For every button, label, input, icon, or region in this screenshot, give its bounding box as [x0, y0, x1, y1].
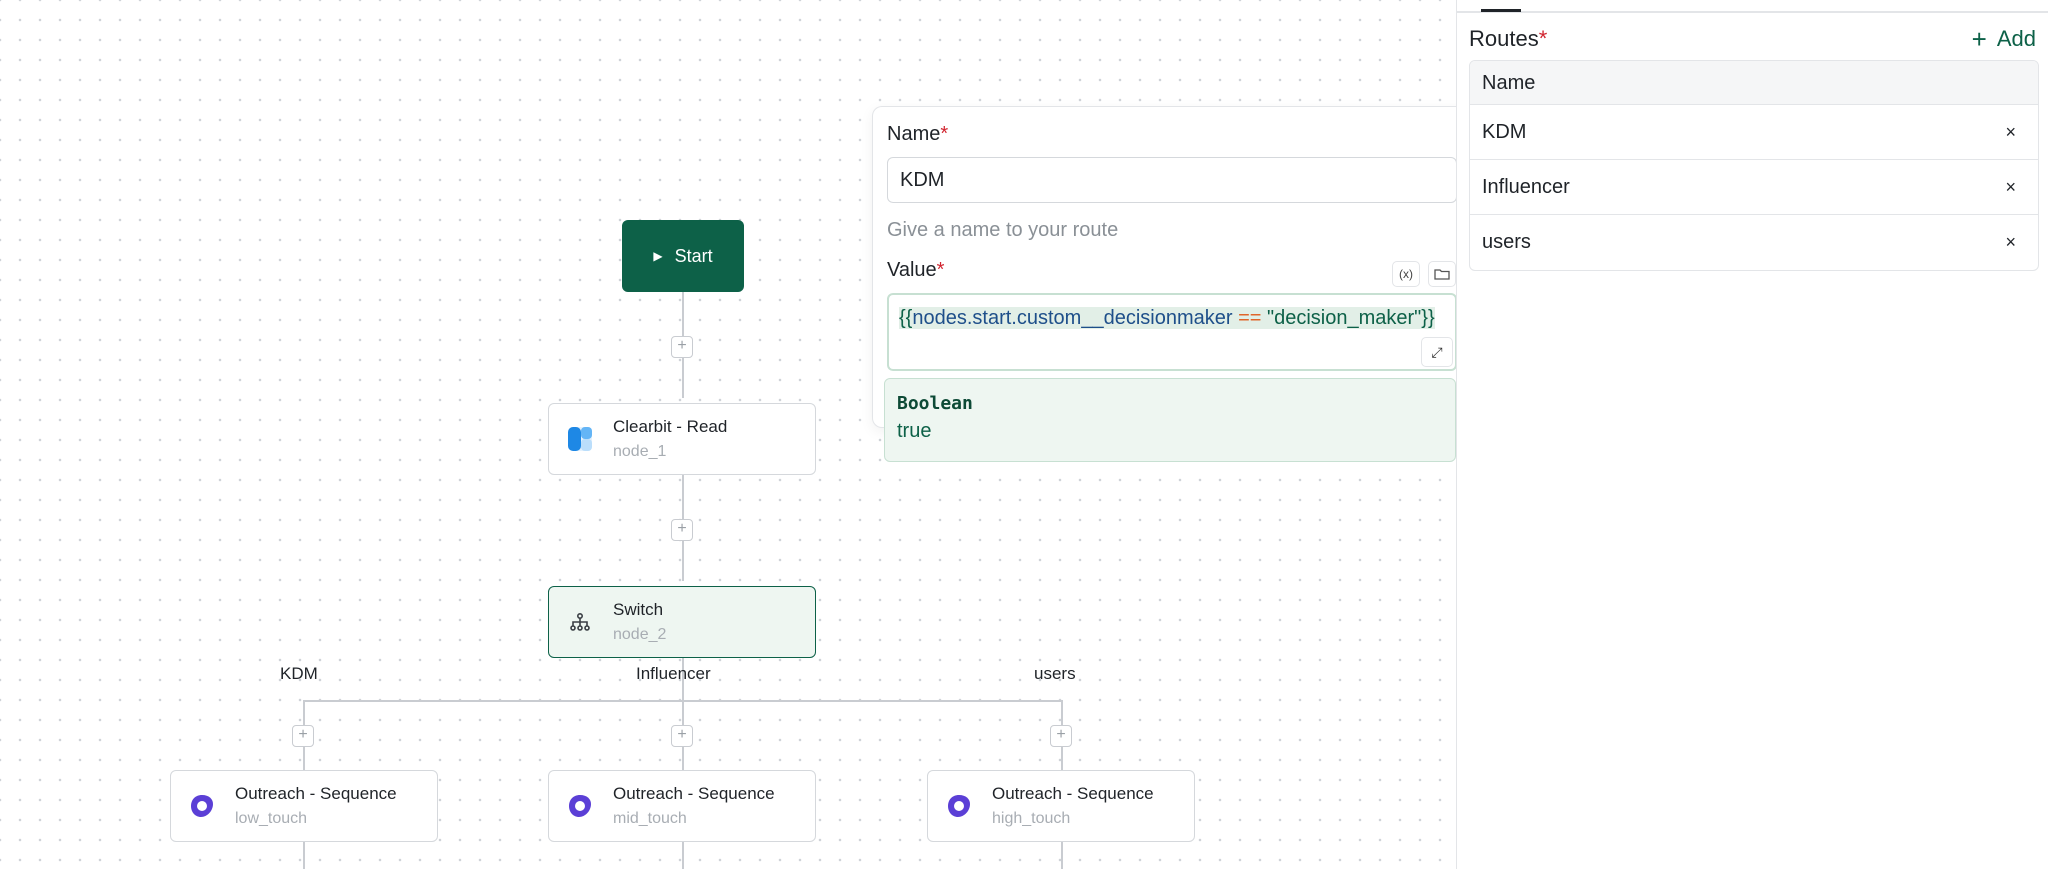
config-panel: Routes* + Add Name KDM × Influencer × us… [1456, 0, 2048, 869]
start-node[interactable]: ▶ Start [622, 220, 744, 292]
add-route-button[interactable]: + Add [1972, 26, 2036, 52]
required-mark: * [1538, 26, 1548, 51]
value-tools: (x) [1392, 261, 1456, 287]
add-step-button[interactable]: + [1050, 725, 1072, 747]
add-step-button[interactable]: + [292, 725, 314, 747]
node-id: low_touch [235, 810, 308, 827]
name-helper-text: Give a name to your route [887, 219, 1119, 241]
remove-route-icon[interactable]: × [2005, 122, 2016, 143]
result-value: true [897, 420, 932, 442]
edge-below-low [303, 842, 305, 869]
value-code-editor[interactable]: {{nodes.start.custom__decisionmaker == "… [887, 293, 1457, 371]
node-title: Outreach - Sequence [235, 784, 397, 803]
add-route-label: Add [1996, 26, 2036, 51]
routes-table-header: Name [1470, 61, 2038, 105]
node-title: Switch [613, 600, 664, 619]
node-title: Outreach - Sequence [992, 784, 1154, 803]
panel-tab-divider [1457, 11, 2048, 13]
node-clearbit-read[interactable]: Clearbit - Read node_1 [548, 403, 816, 475]
outreach-icon [567, 793, 593, 819]
node-title: Outreach - Sequence [613, 784, 775, 803]
route-name: users [1482, 231, 1531, 253]
add-step-button[interactable]: + [671, 725, 693, 747]
name-field-label: Name* [887, 123, 948, 146]
plus-icon: + [1971, 24, 1987, 54]
required-mark: * [940, 123, 949, 145]
code-string: "decision_maker" [1267, 307, 1422, 329]
result-type: Boolean [897, 393, 973, 414]
code-path: nodes.start.custom__decisionmaker [912, 307, 1233, 329]
value-field-label: Value* [887, 259, 944, 282]
node-outreach-mid[interactable]: Outreach - Sequence mid_touch [548, 770, 816, 842]
required-mark: * [936, 259, 945, 281]
code-operator: == [1238, 307, 1262, 329]
value-result-preview: Boolean true [884, 378, 1456, 462]
node-outreach-high[interactable]: Outreach - Sequence high_touch [927, 770, 1195, 842]
routes-table: Name KDM × Influencer × users × [1469, 60, 2039, 271]
remove-route-icon[interactable]: × [2005, 232, 2016, 253]
outreach-icon [946, 793, 972, 819]
route-row[interactable]: Influencer × [1470, 160, 2038, 215]
node-id: node_1 [613, 443, 667, 460]
routes-title-text: Routes [1469, 26, 1539, 51]
edge-below-mid [682, 842, 684, 869]
route-row[interactable]: KDM × [1470, 105, 2038, 160]
active-tab-indicator [1481, 9, 1521, 12]
route-label-influencer: Influencer [636, 664, 711, 683]
switch-icon [567, 609, 593, 635]
node-switch[interactable]: Switch node_2 [548, 586, 816, 658]
expand-icon[interactable]: ⤢ [1421, 337, 1453, 367]
route-label-users: users [1034, 664, 1076, 683]
route-name: Influencer [1482, 175, 1570, 198]
node-id: mid_touch [613, 810, 687, 827]
route-label-kdm: KDM [280, 664, 318, 683]
outreach-icon [189, 793, 215, 819]
route-name-input[interactable] [887, 157, 1457, 203]
value-label-text: Value [887, 259, 937, 281]
insert-variable-button[interactable]: (x) [1392, 261, 1420, 287]
node-title: Clearbit - Read [613, 417, 728, 436]
add-step-button[interactable]: + [671, 336, 693, 358]
code-close-braces: }} [1421, 307, 1435, 329]
play-icon: ▶ [653, 249, 663, 263]
name-label-text: Name [887, 123, 941, 145]
code-open-braces: {{ [899, 307, 913, 329]
route-name: KDM [1482, 120, 1527, 143]
start-node-label: Start [674, 245, 713, 266]
add-step-button[interactable]: + [671, 519, 693, 541]
node-id: node_2 [613, 626, 667, 643]
remove-route-icon[interactable]: × [2005, 177, 2016, 198]
routes-title: Routes* [1469, 26, 1547, 52]
folder-icon[interactable] [1428, 261, 1456, 287]
node-outreach-low[interactable]: Outreach - Sequence low_touch [170, 770, 438, 842]
edge-branch-bar [303, 700, 1063, 702]
node-id: high_touch [992, 810, 1071, 827]
route-row[interactable]: users × [1470, 215, 2038, 270]
edge-below-high [1061, 842, 1063, 869]
clearbit-icon [567, 426, 593, 452]
